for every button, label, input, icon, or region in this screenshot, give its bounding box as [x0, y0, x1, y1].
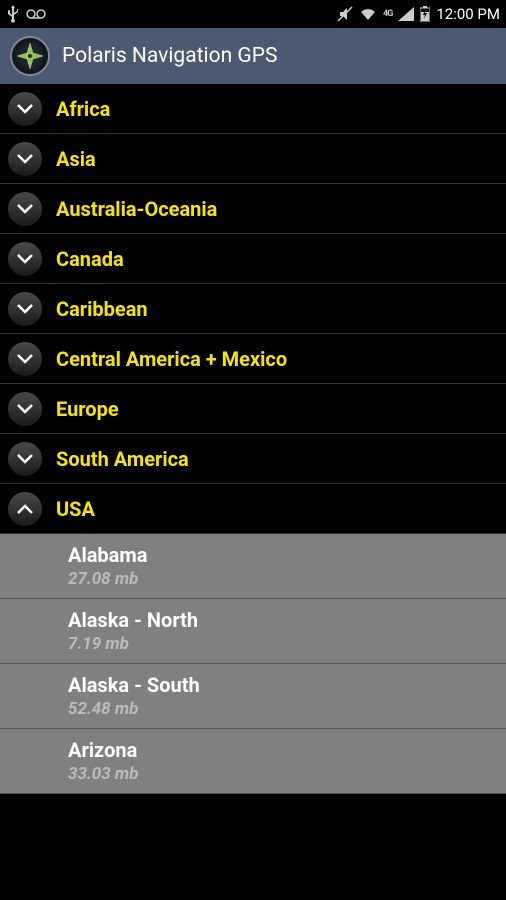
region-row-australia-oceania[interactable]: Australia-Oceania [0, 184, 506, 234]
app-compass-icon [10, 36, 50, 76]
sub-row-arizona[interactable]: Arizona 33.03 mb [0, 729, 506, 794]
status-right: 4G 12:00 PM [337, 5, 500, 23]
region-label: Australia-Oceania [56, 197, 217, 221]
chevron-down-icon [8, 342, 42, 376]
sub-row-alaska-south[interactable]: Alaska - South 52.48 mb [0, 664, 506, 729]
chevron-down-icon [8, 442, 42, 476]
chevron-down-icon [8, 242, 42, 276]
sub-item-name: Alabama [68, 542, 498, 568]
battery-icon [420, 6, 430, 22]
sub-item-name: Alaska - North [68, 607, 498, 633]
region-row-europe[interactable]: Europe [0, 384, 506, 434]
sub-row-alabama[interactable]: Alabama 27.08 mb [0, 534, 506, 599]
region-row-africa[interactable]: Africa [0, 84, 506, 134]
status-bar: 4G 12:00 PM [0, 0, 506, 28]
usb-icon [6, 5, 20, 23]
status-left [6, 5, 46, 23]
status-time: 12:00 PM [436, 5, 500, 23]
chevron-down-icon [8, 192, 42, 226]
region-row-usa[interactable]: USA [0, 484, 506, 534]
mute-icon [337, 6, 353, 22]
region-row-caribbean[interactable]: Caribbean [0, 284, 506, 334]
region-label: Europe [56, 397, 119, 421]
sub-item-name: Arizona [68, 737, 498, 763]
region-label: Caribbean [56, 297, 148, 321]
region-label: Africa [56, 97, 110, 121]
region-list: Africa Asia Australia-Oceania Canada Car… [0, 84, 506, 794]
usa-sub-list: Alabama 27.08 mb Alaska - North 7.19 mb … [0, 534, 506, 794]
sub-item-size: 27.08 mb [68, 568, 498, 590]
region-label: USA [56, 497, 95, 521]
network-4g-icon: 4G [383, 9, 392, 19]
voicemail-icon [26, 8, 46, 20]
region-row-south-america[interactable]: South America [0, 434, 506, 484]
region-row-canada[interactable]: Canada [0, 234, 506, 284]
chevron-down-icon [8, 142, 42, 176]
sub-item-size: 33.03 mb [68, 763, 498, 785]
region-label: Asia [56, 147, 96, 171]
region-label: Central America + Mexico [56, 347, 287, 371]
region-row-central-america[interactable]: Central America + Mexico [0, 334, 506, 384]
region-label: South America [56, 447, 189, 471]
sub-item-size: 52.48 mb [68, 698, 498, 720]
chevron-up-icon [8, 492, 42, 526]
signal-icon [398, 7, 414, 21]
chevron-down-icon [8, 292, 42, 326]
network-label: 4G [383, 9, 392, 19]
sub-item-size: 7.19 mb [68, 633, 498, 655]
region-row-asia[interactable]: Asia [0, 134, 506, 184]
app-title: Polaris Navigation GPS [62, 44, 277, 68]
region-label: Canada [56, 247, 124, 271]
sub-row-alaska-north[interactable]: Alaska - North 7.19 mb [0, 599, 506, 664]
app-header: Polaris Navigation GPS [0, 28, 506, 84]
chevron-down-icon [8, 392, 42, 426]
chevron-down-icon [8, 92, 42, 126]
sub-item-name: Alaska - South [68, 672, 498, 698]
wifi-icon [359, 7, 377, 21]
